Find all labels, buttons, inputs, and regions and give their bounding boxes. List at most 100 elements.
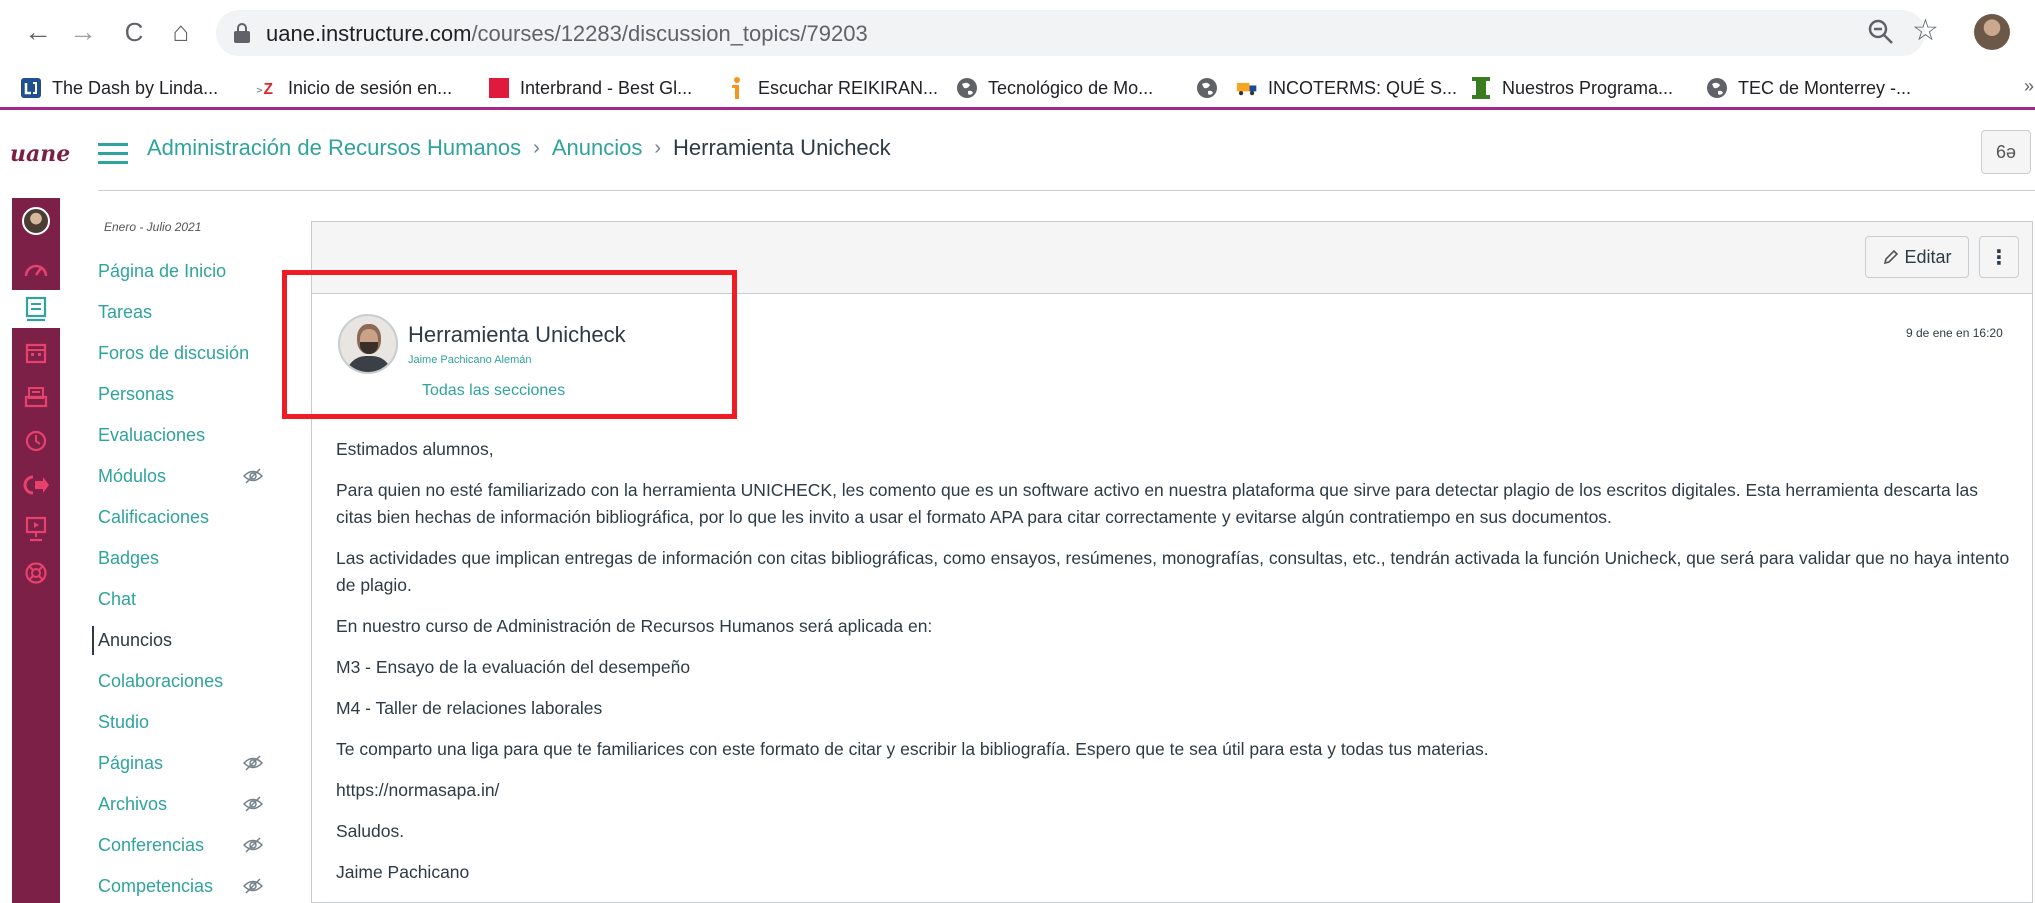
term-label: Enero - Julio 2021 [104, 220, 202, 234]
course-nav-item[interactable]: Personas [98, 374, 268, 415]
body-paragraph: Para quien no esté familiarizado con la … [336, 480, 1978, 527]
profile-avatar[interactable] [1974, 14, 2010, 50]
bookmark-item[interactable]: Escuchar REIKIRAN... [726, 66, 938, 110]
url-path: /courses/12283/discussion_topics/79203 [471, 21, 868, 46]
commons-icon[interactable] [12, 466, 60, 504]
uane-logo[interactable]: uane [10, 141, 70, 167]
forward-arrow-icon[interactable]: → [65, 14, 101, 50]
bookmark-item[interactable] [1196, 66, 1218, 110]
course-nav-item[interactable]: Studio [98, 702, 268, 743]
course-nav-item[interactable]: Calificaciones [98, 497, 268, 538]
body-paragraph: https://normasapa.in/ [336, 780, 500, 800]
breadcrumb: Administración de Recursos Humanos › Anu… [147, 135, 891, 161]
body-paragraph: Jaime Pachicano [336, 862, 470, 882]
course-nav-item[interactable]: Conferencias [98, 825, 268, 866]
header-divider [98, 190, 2035, 191]
bookmark-star-icon[interactable]: ☆ [1912, 14, 1939, 48]
course-nav-item[interactable]: Archivos [98, 784, 268, 825]
browser-toolbar: ← → C ⌂ uane.instructure.com/courses/122… [0, 0, 2035, 66]
course-nav-label: Archivos [98, 794, 168, 814]
bookmark-item[interactable]: > Z Inicio de sesión en... [256, 66, 452, 110]
course-nav-label: Tareas [98, 302, 153, 322]
zoom-out-icon[interactable] [1866, 17, 1896, 47]
bookmark-item[interactable]: The Dash by Linda... [20, 66, 218, 110]
edit-label: Editar [1904, 246, 1952, 267]
post-date: 9 de ene en 16:20 [1906, 326, 2003, 340]
bookmark-label: INCOTERMS: QUÉ S... [1268, 77, 1458, 98]
global-nav [12, 198, 60, 903]
dashboard-icon[interactable] [12, 250, 60, 288]
interbrand-icon [488, 77, 510, 99]
eye-slash-icon [242, 467, 264, 485]
bookmark-label: Inicio de sesión en... [288, 77, 453, 98]
eye-slash-icon [242, 795, 264, 813]
course-nav-label: Evaluaciones [98, 425, 206, 445]
bookmark-item[interactable]: TEC de Monterrey -... [1706, 66, 1911, 110]
column-icon [1470, 77, 1492, 99]
address-bar[interactable]: uane.instructure.com/courses/12283/discu… [216, 10, 1925, 56]
svg-text:>: > [256, 85, 263, 95]
course-nav-item[interactable]: Tareas [98, 292, 268, 333]
body-paragraph: M4 - Taller de relaciones laborales [336, 698, 603, 718]
bookmark-item[interactable]: Nuestros Programa... [1470, 66, 1673, 110]
course-nav-label: Anuncios [98, 630, 173, 650]
more-options-button[interactable]: ⋮ [1979, 236, 2019, 278]
inbox-icon[interactable] [12, 378, 60, 416]
help-icon[interactable] [12, 554, 60, 592]
edit-button[interactable]: Editar [1865, 236, 1969, 278]
course-nav-label: Studio [98, 712, 150, 732]
globe-icon [1196, 77, 1218, 99]
course-nav-item[interactable]: Colaboraciones [98, 661, 268, 702]
zoho-icon: > Z [256, 77, 278, 99]
bookmark-label: The Dash by Linda... [52, 77, 219, 98]
course-nav-label: Chat [98, 589, 137, 609]
course-nav-label: Páginas [98, 753, 164, 773]
url-text[interactable]: uane.instructure.com/courses/12283/discu… [266, 21, 868, 47]
course-nav-label: Colaboraciones [98, 671, 224, 691]
highlight-box [282, 270, 737, 419]
bookmark-label: Interbrand - Best Gl... [520, 77, 693, 98]
course-nav-item[interactable]: Páginas [98, 743, 268, 784]
linda-icon [20, 77, 42, 99]
body-paragraph: En nuestro curso de Administración de Re… [336, 616, 933, 636]
calendar-icon[interactable] [12, 334, 60, 372]
bookmark-item[interactable]: Interbrand - Best Gl... [488, 66, 692, 110]
truck-icon [1236, 77, 1258, 99]
immersive-reader-button[interactable]: 6ə [1981, 130, 2031, 174]
course-nav-label: Badges [98, 548, 160, 568]
course-nav-item[interactable]: Foros de discusión [98, 333, 268, 374]
breadcrumb-anuncios[interactable]: Anuncios [552, 135, 643, 161]
course-header: uane Administración de Recursos Humanos … [0, 113, 2035, 195]
body-paragraph: M3 - Ensayo de la evaluación del desempe… [336, 657, 691, 677]
course-nav-item[interactable]: Anuncios [92, 620, 268, 661]
courses-icon[interactable] [12, 290, 60, 328]
ivoox-icon [726, 77, 748, 99]
back-arrow-icon[interactable]: ← [20, 14, 56, 50]
studio-icon[interactable] [12, 510, 60, 548]
announcement-body: Estimados alumnos, Para quien no esté fam… [336, 436, 2016, 900]
course-nav-item[interactable]: Página de Inicio [98, 251, 268, 292]
body-paragraph: Estimados alumnos, [336, 439, 494, 459]
course-nav-item[interactable]: Evaluaciones [98, 415, 268, 456]
hamburger-menu-icon[interactable] [98, 143, 128, 165]
bookmark-item[interactable]: Tecnológico de Mo... [956, 66, 1153, 110]
breadcrumb-course[interactable]: Administración de Recursos Humanos [147, 135, 521, 161]
course-nav-label: Foros de discusión [98, 343, 250, 363]
home-icon[interactable]: ⌂ [163, 14, 199, 50]
course-nav-item[interactable]: Chat [98, 579, 268, 620]
globe-icon [1706, 77, 1728, 99]
reload-icon[interactable]: C [116, 14, 152, 50]
course-nav-label: Competencias [98, 876, 214, 896]
course-nav-item[interactable]: Competencias [98, 866, 268, 903]
body-paragraph: Te comparto una liga para que te familia… [336, 739, 1489, 759]
eye-slash-icon [242, 836, 264, 854]
course-nav-label: Calificaciones [98, 507, 210, 527]
course-nav-item[interactable]: Badges [98, 538, 268, 579]
bookmarks-more-icon[interactable]: » [2024, 76, 2034, 97]
history-icon[interactable] [12, 422, 60, 460]
global-nav-account[interactable] [12, 202, 60, 240]
breadcrumb-current: Herramienta Unicheck [673, 135, 891, 160]
course-nav-item[interactable]: Módulos [98, 456, 268, 497]
bookmark-item[interactable]: INCOTERMS: QUÉ S... [1236, 66, 1457, 110]
url-host: uane.instructure.com [266, 21, 472, 46]
